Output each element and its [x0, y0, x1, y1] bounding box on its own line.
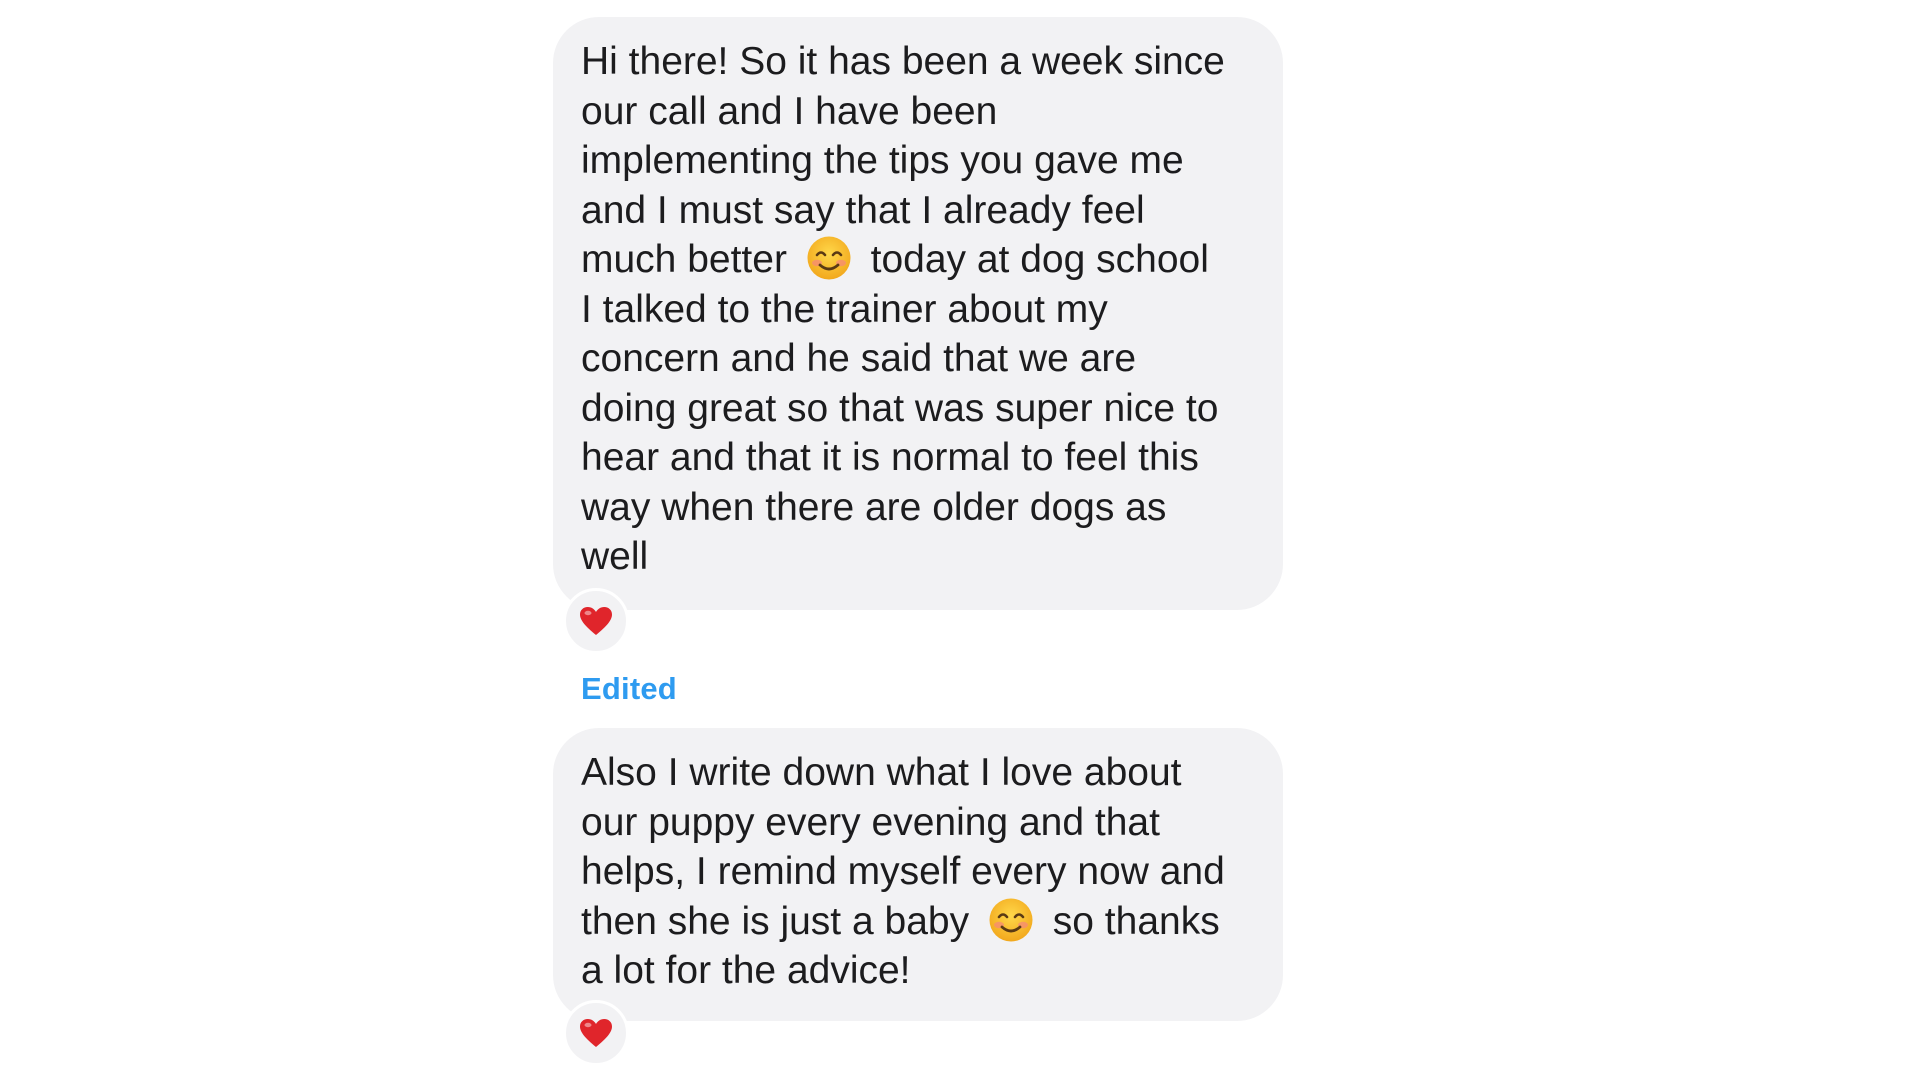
message-line: concern and he said that we are	[581, 337, 1137, 380]
message-line: much better today at dog school	[581, 235, 1255, 285]
message-line: our puppy every evening and that	[581, 800, 1160, 844]
heart-icon	[579, 1018, 613, 1048]
message-line: helps, I remind myself every now and	[581, 850, 1225, 893]
message-line: Also I write down what I love about	[581, 751, 1182, 794]
message-text: then she is just a baby	[581, 899, 970, 943]
heart-icon	[579, 606, 613, 636]
message-text: today at dog school	[870, 238, 1209, 281]
message-bubble[interactable]: Hi there! So it has been a week since ou…	[553, 17, 1283, 610]
message-line: Hi there! So it has been a week since	[581, 40, 1225, 83]
message-text: much better	[581, 238, 787, 281]
message-line: doing great so that was super nice to	[581, 386, 1219, 430]
message-text: so thanks	[1052, 899, 1220, 943]
message-line: and I must say that I already feel	[581, 188, 1145, 232]
reaction-badge[interactable]	[563, 588, 629, 654]
message-line: a lot for the advice!	[581, 949, 911, 992]
message-line: well	[581, 535, 649, 578]
message-line: hear and that it is normal to feel this	[581, 436, 1199, 479]
message-line: implementing the tips you gave me	[581, 139, 1184, 182]
message-line: our call and I have been	[581, 89, 998, 133]
message-line: way when there are older dogs as	[581, 485, 1167, 529]
message-line: I talked to the trainer about my	[581, 287, 1108, 331]
smiling-face-emoji-icon	[988, 897, 1034, 943]
smiling-face-emoji-icon	[806, 235, 852, 281]
message-bubble[interactable]: Also I write down what I love about our …	[553, 728, 1283, 1021]
message-line: then she is just a baby so thanks	[581, 897, 1255, 947]
reaction-badge[interactable]	[563, 1000, 629, 1066]
edited-label[interactable]: Edited	[581, 671, 677, 707]
